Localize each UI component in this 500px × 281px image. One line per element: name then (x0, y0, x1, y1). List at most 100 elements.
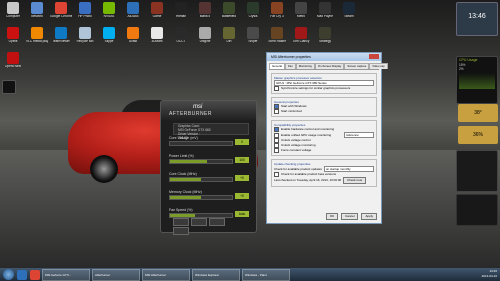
desktop-icon[interactable]: VLC media player (26, 27, 48, 44)
ok-button[interactable]: OK (325, 213, 339, 220)
desktop-icon[interactable]: Unigine (194, 27, 216, 44)
save-button[interactable] (173, 227, 189, 235)
check-now-button[interactable]: Check now (343, 177, 367, 184)
slider-track[interactable] (169, 159, 233, 164)
reset-button[interactable] (191, 218, 207, 226)
update-group: Update checking properties Check for ava… (271, 159, 377, 187)
cpu-gadget[interactable]: CPU Usage 15% 2% (456, 56, 498, 104)
app-icon (7, 2, 19, 14)
close-icon[interactable] (369, 54, 379, 59)
explorer-icon[interactable] (17, 269, 27, 280)
desktop-icon[interactable]: Recycle Bin (74, 27, 96, 44)
desktop-icon-label: Network (31, 15, 43, 18)
slider-row: Core Clock (MHz) +0 (169, 171, 251, 185)
apply-button[interactable] (209, 218, 225, 226)
desktop-icon[interactable]: Steam (338, 2, 360, 19)
desktop-icon[interactable]: Far Cry 3 (266, 2, 288, 19)
app-icon (319, 2, 331, 14)
app-icon (199, 2, 211, 14)
tab-video-cap[interactable]: Video cap (369, 63, 388, 69)
tab-on-screen-display[interactable]: On-Screen Display (314, 63, 345, 69)
last-checked: Last checked on Tuesday, April 16, 2013,… (274, 178, 342, 183)
slider-value: +0 (235, 193, 249, 199)
tab-general[interactable]: General (269, 63, 285, 69)
dialog-title-bar[interactable]: MSI Afterburner properties (267, 53, 381, 61)
desktop-icon[interactable]: 3DMark (146, 27, 168, 44)
start-button[interactable] (3, 269, 14, 280)
checkbox-label: Unlock voltage control (281, 138, 311, 143)
checkbox[interactable] (274, 109, 279, 114)
desktop-icon[interactable]: Tomb Raider (266, 27, 288, 44)
desktop-icon[interactable]: Crysis (242, 2, 264, 19)
apply-button[interactable]: Apply (361, 213, 377, 220)
desktop-icon-label: Recycle Bin (76, 40, 94, 43)
app-icon (103, 27, 115, 39)
app-icon (127, 27, 139, 39)
slider-track[interactable] (169, 195, 233, 200)
gpu-select[interactable]: GPU1 : MSI GeForce GTX 680 Series (274, 80, 374, 86)
desktop-icon[interactable]: TeamViewer (50, 27, 72, 44)
tab-fan[interactable]: Fan (284, 63, 296, 69)
desktop-icon[interactable]: Game (146, 2, 168, 19)
desktop-icon[interactable]: Avast (122, 27, 144, 44)
desktop-icon-label: Game (152, 15, 162, 18)
afterburner-window[interactable]: msi AFTERBURNER Graphics Card : MSI GeFo… (160, 100, 257, 235)
desktop-icon[interactable]: NVIDIA (98, 2, 120, 19)
checkbox[interactable] (274, 148, 279, 153)
tab-monitoring[interactable]: Monitoring (295, 63, 315, 69)
desktop-icon[interactable]: Max Payne (314, 2, 336, 19)
taskbar-task[interactable]: Afterburner (92, 268, 140, 281)
desktop-icon[interactable]: OCCT (170, 27, 192, 44)
desktop-icon[interactable]: AIDA64 (122, 2, 144, 19)
checkbox-label: Start minimized (281, 109, 302, 114)
desktop-icon[interactable]: Hitman (170, 2, 192, 19)
desktop-icon[interactable]: Opera Next (2, 52, 24, 69)
properties-dialog[interactable]: MSI Afterburner properties General Fan Mon… (266, 52, 388, 224)
desktop-icon[interactable]: HP Photo (74, 2, 96, 19)
compat-select[interactable]: reference (344, 132, 374, 138)
desktop-icon-label: Max Payne (317, 15, 333, 18)
app-icon (127, 2, 139, 14)
desktop-icon[interactable]: Computer (2, 2, 24, 19)
slider-track[interactable] (169, 177, 233, 182)
update-select[interactable]: on startup monthly (323, 166, 374, 172)
taskbar-task[interactable]: MSI Afterburner (142, 268, 190, 281)
chrome-icon[interactable] (30, 269, 40, 280)
desktop-icon[interactable]: Tom Clancy (290, 27, 312, 44)
black-square-icon[interactable] (2, 80, 16, 94)
slider-fill (170, 196, 201, 199)
checkbox[interactable] (274, 132, 279, 138)
tab-screen-capture[interactable]: Screen capture (344, 63, 370, 69)
desktop-icon[interactable]: Sniper (242, 27, 264, 44)
app-icon (223, 27, 235, 39)
desktop-icon[interactable]: Dirt (218, 27, 240, 44)
desktop-icon[interactable]: Strategy (314, 27, 336, 44)
desktop-icon[interactable]: Google Chrome (50, 2, 72, 19)
desktop-icon-label: Unigine (199, 40, 211, 43)
desktop-icon[interactable]: Skype (98, 27, 120, 44)
desktop-icon[interactable]: Mafia II (194, 2, 216, 19)
desktop-icon[interactable]: Metro (290, 2, 312, 19)
sync-checkbox[interactable] (274, 86, 279, 91)
desktop-icon[interactable]: Battlefield (218, 2, 240, 19)
desktop-icon[interactable]: Opera (2, 27, 24, 44)
taskbar-task[interactable]: MSI Geforce GTX... (42, 268, 90, 281)
cancel-button[interactable]: Cancel (341, 213, 359, 220)
temp-gadget[interactable]: 38° (458, 104, 498, 122)
taskbar-task[interactable]: Windows Explorer (192, 268, 240, 281)
beta-checkbox[interactable] (274, 172, 279, 177)
clock-gadget[interactable]: 13:46 (456, 2, 498, 36)
slider-label: Power Limit (%) (169, 154, 194, 158)
ram-gadget[interactable]: 36% (458, 126, 498, 144)
taskbar-task[interactable]: Windows - Paint (242, 268, 290, 281)
settings-button[interactable] (173, 218, 189, 226)
network-gadget[interactable] (456, 150, 498, 192)
app-icon (103, 2, 115, 14)
desktop-icon[interactable]: Network (26, 2, 48, 19)
tray-date[interactable]: 2013-04-16 (482, 274, 497, 279)
desktop-icon-label: Google Chrome (50, 15, 72, 18)
slider-track[interactable] (169, 141, 233, 146)
meter-gadget[interactable] (456, 194, 498, 226)
app-icon (7, 52, 19, 64)
checkbox[interactable] (274, 127, 279, 132)
